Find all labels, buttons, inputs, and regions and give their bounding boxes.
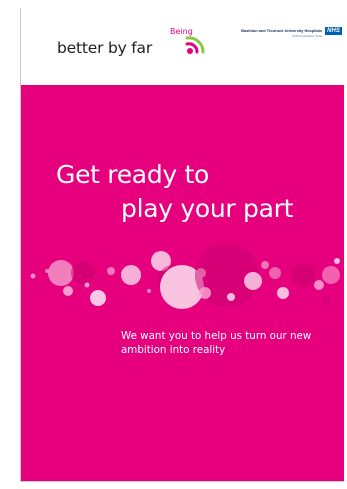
- better-by-far-logo: Being better by far: [57, 22, 207, 66]
- page: Being better by far Basildon and Thurroc…: [0, 0, 347, 489]
- cover-header: Being better by far Basildon and Thurroc…: [21, 8, 344, 73]
- headline-line-1: Get ready to: [56, 160, 210, 189]
- trust-logo: Basildon and Thurrock University Hospita…: [220, 27, 342, 49]
- decorative-bubbles: [30, 243, 340, 309]
- cover-body-text: We want you to help us turn our new ambi…: [121, 330, 312, 356]
- magenta-panel: Get ready to play your part We want you …: [21, 85, 344, 481]
- bubble-group: [30, 243, 340, 309]
- nhs-badge: NHS: [325, 27, 342, 35]
- trust-subtitle: NHS Foundation Trust: [292, 34, 322, 38]
- trust-name: Basildon and Thurrock University Hospita…: [241, 28, 322, 33]
- signal-waves-icon: [185, 36, 205, 54]
- headline-line-2: play your part: [121, 194, 294, 223]
- logo-main-text: better by far: [57, 39, 153, 57]
- leaflet-cover: Being better by far Basildon and Thurroc…: [20, 8, 344, 482]
